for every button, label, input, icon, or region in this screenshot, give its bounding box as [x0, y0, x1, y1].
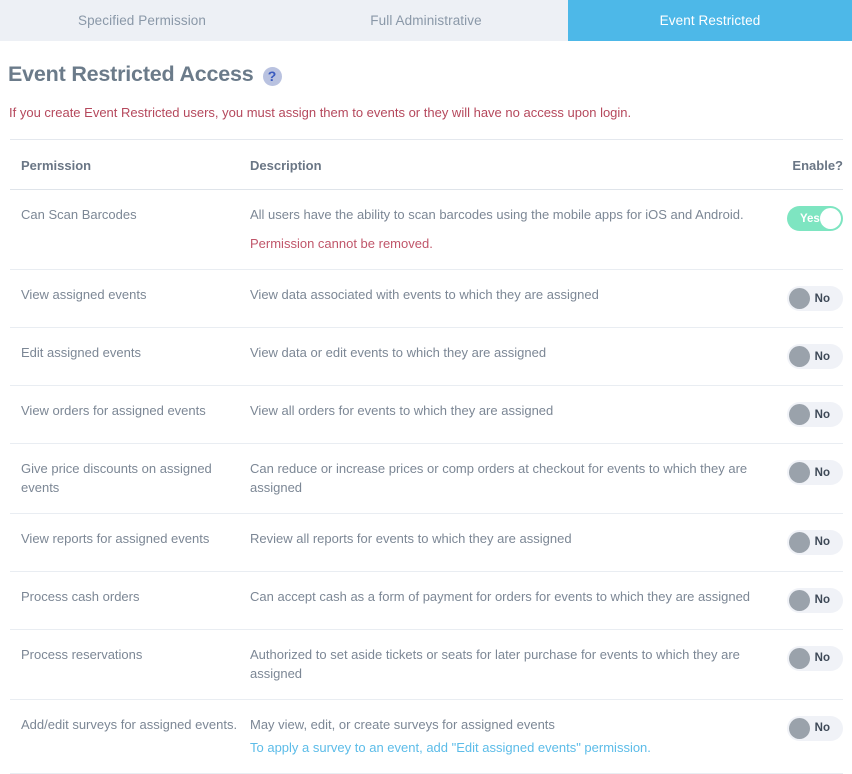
description-text: Authorized to set aside tickets or seats…	[250, 647, 740, 681]
toggle-knob	[789, 288, 810, 310]
description-text: Can reduce or increase prices or comp or…	[250, 461, 748, 495]
tab-event-restricted[interactable]: Event Restricted	[568, 0, 852, 41]
description-note-link[interactable]: To apply a survey to an event, add "Edit…	[250, 739, 761, 757]
enable-cell: No	[775, 716, 843, 742]
tab-full-administrative[interactable]: Full Administrative	[284, 0, 568, 41]
enable-cell: No	[775, 344, 843, 370]
toggle-label: No	[814, 652, 830, 665]
permissions-table: Permission Description Enable? Can Scan …	[10, 138, 843, 774]
permission-toggle[interactable]: No	[787, 460, 843, 486]
permission-description: Can accept cash as a form of payment for…	[250, 588, 775, 606]
enable-cell: No	[775, 286, 843, 312]
description-text: View all orders for events to which they…	[250, 403, 554, 419]
permission-toggle[interactable]: No	[787, 344, 843, 370]
enable-cell: No	[775, 588, 843, 614]
description-text: View data or edit events to which they a…	[250, 345, 547, 361]
permission-description: All users have the ability to scan barco…	[250, 206, 775, 253]
description-text: May view, edit, or create surveys for as…	[250, 717, 555, 733]
toggle-label: No	[814, 722, 830, 735]
page-header: Event Restricted Access ? If you create …	[0, 58, 852, 122]
description-note-warning: Permission cannot be removed.	[250, 235, 433, 251]
table-rows-container: Can Scan Barcodes All users have the abil…	[10, 190, 843, 774]
column-header-permission: Permission	[21, 157, 92, 173]
enable-cell: Yes	[775, 206, 843, 232]
permission-toggle[interactable]: No	[787, 646, 843, 672]
permission-toggle[interactable]: Yes	[787, 206, 843, 232]
table-row: Process cash orders Can accept cash as a …	[10, 572, 843, 631]
warning-message: If you create Event Restricted users, yo…	[9, 105, 632, 120]
permission-name: View orders for assigned events	[21, 403, 206, 419]
column-header-enable-label: Enable?	[792, 157, 843, 173]
permission-name: View assigned events	[21, 287, 147, 303]
tab-specified-permission[interactable]: Specified Permission	[0, 0, 284, 41]
permission-toggle[interactable]: No	[787, 402, 843, 428]
toggle-knob	[789, 462, 810, 484]
toggle-label: No	[814, 594, 830, 607]
toggle-knob	[789, 590, 810, 612]
permission-toggle[interactable]: No	[787, 716, 843, 742]
table-row: View orders for assigned events View all …	[10, 386, 843, 445]
permission-description: View all orders for events to which they…	[250, 402, 775, 420]
description-text: All users have the ability to scan barco…	[250, 207, 744, 223]
permission-toggle[interactable]: No	[787, 588, 843, 614]
tab-label: Event Restricted	[659, 13, 761, 28]
table-row: Can Scan Barcodes All users have the abil…	[10, 190, 843, 271]
enable-cell: No	[775, 402, 843, 428]
toggle-knob	[789, 648, 810, 670]
table-row: Process reservations Authorized to set as…	[10, 630, 843, 701]
permission-toggle[interactable]: No	[787, 286, 843, 312]
toggle-knob	[789, 718, 810, 740]
toggle-label: Yes	[800, 212, 820, 225]
permission-name: Edit assigned events	[21, 345, 141, 361]
page-title: Event Restricted Access	[8, 62, 254, 87]
toggle-knob	[789, 532, 810, 554]
permission-name: View reports for assigned events	[21, 531, 210, 547]
table-header-row: Permission Description Enable?	[10, 140, 843, 191]
table-row: View reports for assigned events Review a…	[10, 514, 843, 573]
permission-description: May view, edit, or create surveys for as…	[250, 716, 775, 757]
toggle-knob	[789, 346, 810, 368]
enable-cell: No	[775, 530, 843, 556]
table-row: Give price discounts on assigned events C…	[10, 444, 843, 515]
permission-description: View data associated with events to whic…	[250, 286, 775, 304]
tab-label: Specified Permission	[77, 13, 207, 28]
column-header-description: Description	[250, 157, 322, 173]
permission-description: Authorized to set aside tickets or seats…	[250, 646, 775, 683]
permission-name: Add/edit surveys for assigned events.	[21, 717, 238, 733]
permission-toggle[interactable]: No	[787, 530, 843, 556]
question-mark-icon[interactable]: ?	[262, 66, 282, 86]
permission-name: Can Scan Barcodes	[21, 207, 137, 223]
description-text: Can accept cash as a form of payment for…	[250, 589, 751, 605]
toggle-label: No	[814, 466, 830, 479]
description-text: View data associated with events to whic…	[250, 287, 599, 303]
table-row: Edit assigned events View data or edit ev…	[10, 328, 843, 387]
permission-description: View data or edit events to which they a…	[250, 344, 775, 362]
toggle-label: No	[814, 536, 830, 549]
permission-type-tabs: Specified Permission Full Administrative…	[0, 0, 852, 41]
enable-cell: No	[775, 646, 843, 672]
table-row: View assigned events View data associated…	[10, 270, 843, 329]
permission-name: Give price discounts on assigned events	[21, 461, 212, 495]
toggle-label: No	[814, 408, 830, 421]
permission-name: Process cash orders	[21, 589, 140, 605]
title-row: Event Restricted Access ?	[8, 58, 852, 92]
toggle-knob	[820, 208, 841, 230]
toggle-knob	[789, 404, 810, 426]
toggle-label: No	[814, 292, 830, 305]
column-header-enable: Enable?	[775, 157, 843, 175]
permission-name: Process reservations	[21, 647, 143, 663]
table-row: Add/edit surveys for assigned events. May…	[10, 700, 843, 774]
description-text: Review all reports for events to which t…	[250, 531, 572, 547]
tab-label: Full Administrative	[370, 13, 482, 28]
help-glyph: ?	[267, 67, 277, 84]
enable-cell: No	[775, 460, 843, 486]
toggle-label: No	[814, 350, 830, 363]
permission-description: Can reduce or increase prices or comp or…	[250, 460, 775, 497]
permission-description: Review all reports for events to which t…	[250, 530, 775, 548]
